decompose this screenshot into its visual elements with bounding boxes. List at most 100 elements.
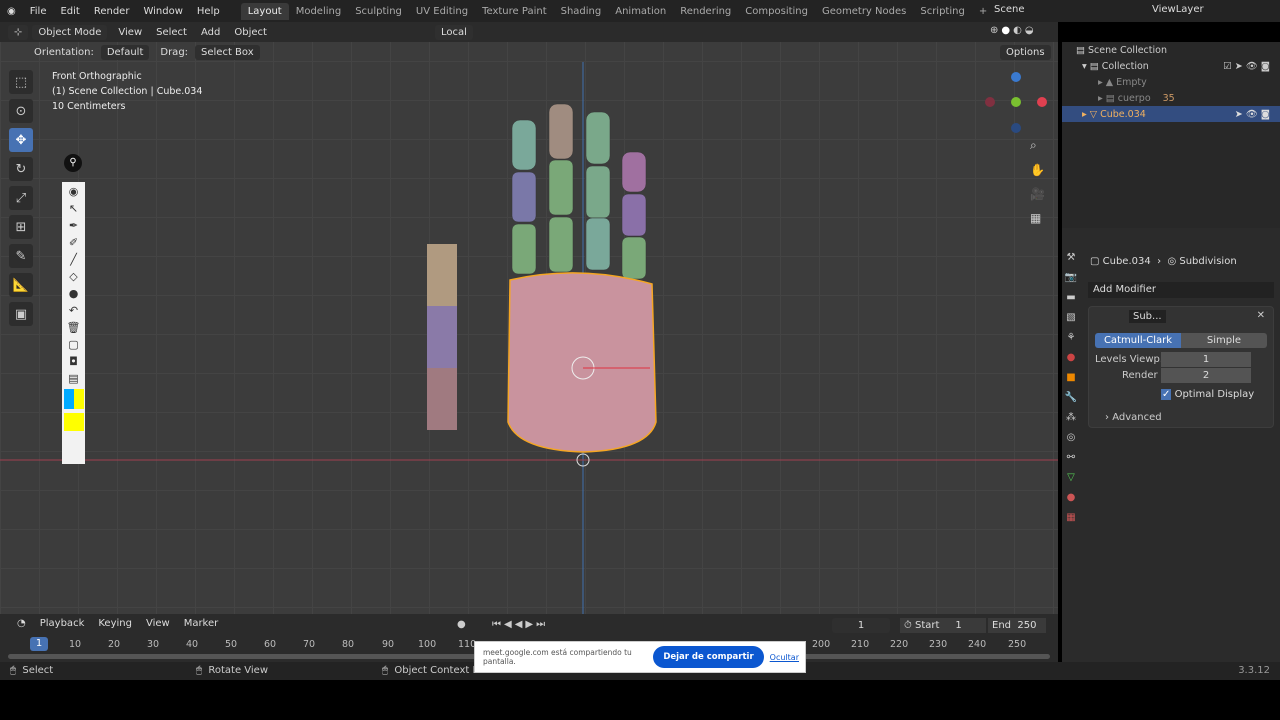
solid-shading-icon[interactable]: ● xyxy=(1001,25,1010,36)
record-button[interactable]: ● xyxy=(457,619,466,630)
undo-icon[interactable]: ↶ xyxy=(69,304,78,317)
editor-type-icon[interactable]: ⊹ xyxy=(8,24,29,40)
particles-tab-icon[interactable]: ⁂ xyxy=(1066,412,1076,423)
visibility-icons[interactable]: ☑ ➤ 👁 ◙ xyxy=(1223,61,1270,72)
render-levels-field[interactable]: 2 xyxy=(1161,368,1251,383)
menu-object[interactable]: Object xyxy=(227,27,274,38)
modifier-tab-icon[interactable]: 🔧 xyxy=(1065,392,1077,403)
optimal-display-checkbox[interactable]: ✓ Optimal Display xyxy=(1161,389,1254,400)
menu-help[interactable]: Help xyxy=(190,6,227,17)
simple-button[interactable]: Simple xyxy=(1181,333,1267,348)
playhead[interactable]: 1 xyxy=(30,637,48,651)
modifier-name-field[interactable]: Sub... xyxy=(1129,310,1166,323)
menu-window[interactable]: Window xyxy=(136,6,189,17)
add-workspace-button[interactable]: + xyxy=(972,3,994,20)
levels-viewport-field[interactable]: 1 xyxy=(1161,352,1251,367)
timeline-editor-icon[interactable]: ◔ xyxy=(10,618,33,629)
annotate-tool[interactable]: ✎ xyxy=(9,244,33,268)
keying-menu[interactable]: Keying xyxy=(91,618,139,629)
menu-select[interactable]: Select xyxy=(149,27,194,38)
stop-sharing-button[interactable]: Dejar de compartir xyxy=(653,646,764,668)
options-button[interactable]: Options xyxy=(1000,45,1051,60)
dot-icon[interactable]: ● xyxy=(69,287,79,300)
output-tab-icon[interactable]: ▬ xyxy=(1066,292,1075,303)
pan-hand-icon[interactable]: ✋ xyxy=(1030,163,1045,177)
cursor-tool[interactable]: ⊙ xyxy=(9,99,33,123)
tab-layout[interactable]: Layout xyxy=(240,2,289,20)
outliner-item-cuerpo[interactable]: ▸ ▤ cuerpo 35 xyxy=(1062,90,1280,106)
menu-add[interactable]: Add xyxy=(194,27,227,38)
rotate-tool[interactable]: ↻ xyxy=(9,157,33,181)
move-tool[interactable]: ✥ xyxy=(9,128,33,152)
start-frame-field[interactable]: ⏱ Start 1 xyxy=(900,618,986,633)
current-frame-field[interactable]: 1 xyxy=(832,618,890,633)
tab-sculpting[interactable]: Sculpting xyxy=(348,3,409,20)
marker-menu[interactable]: Marker xyxy=(177,618,226,629)
annotation-logo-icon[interactable]: ⚲ xyxy=(64,154,82,172)
view-layer-tab-icon[interactable]: ▧ xyxy=(1066,312,1075,323)
world-tab-icon[interactable]: ● xyxy=(1067,352,1076,363)
scene-tab-icon[interactable]: ⚘ xyxy=(1067,332,1076,343)
menu-render[interactable]: Render xyxy=(87,6,137,17)
menu-edit[interactable]: Edit xyxy=(53,6,86,17)
screenshot-icon[interactable]: ▢ xyxy=(68,338,78,351)
visibility-icons[interactable]: ➤ 👁 ◙ xyxy=(1235,109,1270,120)
remove-modifier-icon[interactable]: ✕ xyxy=(1257,310,1265,321)
select-box-tool[interactable]: ⬚ xyxy=(9,70,33,94)
menu-file[interactable]: File xyxy=(23,6,54,17)
mode-selector[interactable]: Object Mode xyxy=(32,24,108,40)
render-tab-icon[interactable]: 📷 xyxy=(1065,272,1077,283)
color-palette[interactable] xyxy=(63,389,84,409)
transform-tool[interactable]: ⊞ xyxy=(9,215,33,239)
highlighter-icon[interactable]: ✐ xyxy=(69,236,78,249)
scale-tool[interactable]: ⤢ xyxy=(9,186,33,210)
tab-animation[interactable]: Animation xyxy=(608,3,673,20)
tab-uv-editing[interactable]: UV Editing xyxy=(409,3,475,20)
tab-shading[interactable]: Shading xyxy=(554,3,609,20)
wireframe-shading-icon[interactable]: ⊕ xyxy=(990,25,998,36)
object-tab-icon[interactable]: ■ xyxy=(1066,372,1075,383)
tab-texture-paint[interactable]: Texture Paint xyxy=(475,3,554,20)
scene-selector[interactable]: Scene xyxy=(994,4,1084,15)
add-modifier-button[interactable]: Add Modifier xyxy=(1088,282,1274,298)
drag-selector[interactable]: Select Box xyxy=(195,44,260,60)
data-tab-icon[interactable]: ▽ xyxy=(1067,472,1075,483)
tab-compositing[interactable]: Compositing xyxy=(738,3,815,20)
pen-icon[interactable]: ✒ xyxy=(69,219,78,232)
tab-modeling[interactable]: Modeling xyxy=(289,3,349,20)
end-frame-field[interactable]: End 250 xyxy=(988,618,1046,633)
material-shading-icon[interactable]: ◐ xyxy=(1013,25,1022,36)
view-layer-selector[interactable]: ViewLayer xyxy=(1152,4,1242,15)
line-icon[interactable]: ╱ xyxy=(70,253,77,266)
material-tab-icon[interactable]: ● xyxy=(1067,492,1076,503)
hide-link[interactable]: Ocultar xyxy=(770,653,799,662)
scene-collection[interactable]: Scene Collection xyxy=(1088,45,1167,56)
pointer-icon[interactable]: ↖ xyxy=(69,202,78,215)
zoom-icon[interactable]: ⌕ xyxy=(1030,138,1045,153)
blender-logo-icon[interactable]: ◉ xyxy=(0,6,23,17)
measure-tool[interactable]: 📐 xyxy=(9,273,33,297)
orientation-selector[interactable]: Default xyxy=(100,44,150,60)
timeline-view-menu[interactable]: View xyxy=(139,618,177,629)
eye-icon[interactable]: ◉ xyxy=(69,185,79,198)
tab-rendering[interactable]: Rendering xyxy=(673,3,738,20)
outliner-item-empty[interactable]: ▸ ▲ Empty xyxy=(1062,74,1280,90)
camera-view-icon[interactable]: 🎥 xyxy=(1030,187,1045,201)
playback-controls[interactable]: ⏮◀◀▶⏭ xyxy=(492,619,548,630)
rendered-shading-icon[interactable]: ◒ xyxy=(1025,25,1034,36)
tool-tab-icon[interactable]: ⚒ xyxy=(1067,252,1076,263)
physics-tab-icon[interactable]: ◎ xyxy=(1067,432,1076,443)
menu-view[interactable]: View xyxy=(111,27,149,38)
catmull-clark-button[interactable]: Catmull-Clark xyxy=(1095,333,1181,348)
tab-scripting[interactable]: Scripting xyxy=(913,3,971,20)
constraints-tab-icon[interactable]: ⚯ xyxy=(1067,452,1075,463)
active-color-swatch[interactable] xyxy=(63,413,84,431)
clipboard-icon[interactable]: ▤ xyxy=(68,372,78,385)
texture-tab-icon[interactable]: ▦ xyxy=(1066,512,1075,523)
outliner-item-cube[interactable]: ▸ ▽ Cube.034 ➤ 👁 ◙ xyxy=(1062,106,1280,122)
grid-view-icon[interactable]: ▦ xyxy=(1030,211,1045,225)
camera-icon[interactable]: ◘ xyxy=(69,355,78,368)
outliner-item-collection[interactable]: ▾ ▤ Collection ☑ ➤ 👁 ◙ xyxy=(1062,58,1280,74)
tab-geometry-nodes[interactable]: Geometry Nodes xyxy=(815,3,913,20)
add-cube-tool[interactable]: ▣ xyxy=(9,302,33,326)
